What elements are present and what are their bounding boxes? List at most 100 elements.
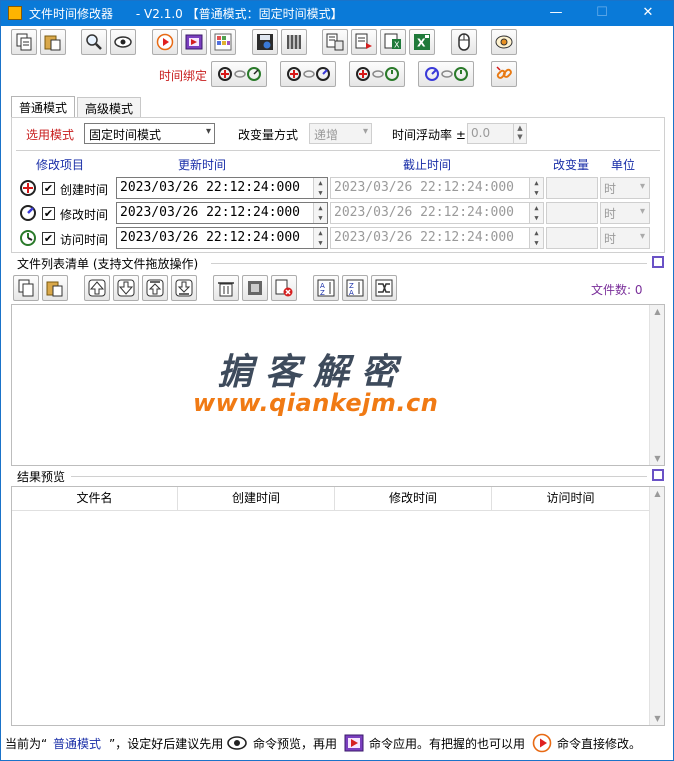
spinner-buttons[interactable]: ▲ ▼: [513, 124, 526, 143]
float-rate-spinner[interactable]: 0.0 ▲ ▼: [467, 123, 527, 144]
move-up-button[interactable]: [84, 275, 110, 301]
archive-button[interactable]: [281, 29, 307, 55]
search-button[interactable]: [81, 29, 107, 55]
chevron-down-icon: ▾: [639, 206, 645, 217]
create-time-checkbox[interactable]: ✔: [42, 182, 55, 195]
archive-icon: [287, 35, 301, 49]
file-list-scrollbar[interactable]: ▲ ▼: [649, 305, 664, 465]
modify-time-checkbox[interactable]: ✔: [42, 207, 55, 220]
bind-access-button[interactable]: [349, 61, 405, 87]
create-end-time-field[interactable]: 2023/03/26 22:12:24:000 ▲ ▼: [330, 177, 544, 199]
chevron-down-icon: ▾: [205, 126, 211, 137]
bind-all-button[interactable]: [418, 61, 474, 87]
save-button[interactable]: [252, 29, 278, 55]
access-unit-select[interactable]: 时 ▾: [600, 227, 650, 249]
move-down-button[interactable]: [113, 275, 139, 301]
scroll-down-icon[interactable]: ▼: [650, 714, 665, 723]
file-list-collapse-button[interactable]: [652, 256, 664, 268]
datetime-spinner[interactable]: ▲ ▼: [313, 228, 327, 248]
sort-asc-button[interactable]: AZ: [313, 275, 339, 301]
scroll-down-icon[interactable]: ▼: [650, 454, 665, 463]
arrow-up-icon: [88, 279, 106, 297]
datetime-spinner[interactable]: ▲ ▼: [529, 178, 543, 198]
float-rate-value: 0.0: [471, 126, 491, 140]
copy-files-button[interactable]: [11, 29, 37, 55]
datetime-spinner[interactable]: ▲ ▼: [529, 228, 543, 248]
header-end-time: 截止时间: [403, 158, 452, 172]
export-button[interactable]: [351, 29, 377, 55]
access-time-checkbox[interactable]: ✔: [42, 232, 55, 245]
apply-button[interactable]: [181, 29, 207, 55]
sort-desc-button[interactable]: ZA: [342, 275, 368, 301]
bind-create-button[interactable]: [211, 61, 267, 87]
column-header-filename[interactable]: 文件名: [12, 487, 178, 511]
excel-export-button[interactable]: X: [409, 29, 435, 55]
maximize-button[interactable]: ☐: [579, 1, 625, 26]
delete-button[interactable]: [213, 275, 239, 301]
add-folder-button[interactable]: [42, 275, 68, 301]
access-end-time-field[interactable]: 2023/03/26 22:12:24:000 ▲ ▼: [330, 227, 544, 249]
modify-update-time-field[interactable]: 2023/03/26 22:12:24:000 ▲ ▼: [116, 202, 328, 224]
modify-unit-select[interactable]: 时 ▾: [600, 202, 650, 224]
bind-modify-button[interactable]: [280, 61, 336, 87]
shuffle-icon: [375, 279, 393, 297]
view-target-button[interactable]: [491, 29, 517, 55]
create-unit-value: 时: [604, 182, 617, 196]
create-update-time-field[interactable]: 2023/03/26 22:12:24:000 ▲ ▼: [116, 177, 328, 199]
datetime-spinner[interactable]: ▲ ▼: [313, 203, 327, 223]
run-button[interactable]: [152, 29, 178, 55]
scroll-up-icon[interactable]: ▲: [650, 307, 665, 316]
bind-all-icon: [425, 67, 468, 81]
unlink-button[interactable]: [491, 61, 517, 87]
shuffle-button[interactable]: [371, 275, 397, 301]
datetime-spinner[interactable]: ▲ ▼: [529, 203, 543, 223]
minimize-button[interactable]: —: [533, 1, 579, 26]
copy-list-button[interactable]: [322, 29, 348, 55]
svg-text:X: X: [394, 41, 400, 50]
file-list[interactable]: 掮客解密 www.qiankejm.cn ▲ ▼: [11, 304, 665, 466]
film-apply-icon: [185, 34, 203, 50]
create-delta-field[interactable]: [546, 177, 598, 199]
svg-text:X: X: [417, 37, 426, 50]
change-mode-select[interactable]: 递增 ▾: [309, 123, 372, 144]
results-scrollbar[interactable]: ▲ ▼: [649, 487, 664, 725]
paste-files-button[interactable]: [40, 29, 66, 55]
add-folder-icon: [46, 281, 63, 297]
status-text-2: ”，设定好后建议先用: [109, 737, 224, 751]
divider: [16, 150, 660, 151]
add-files-button[interactable]: [13, 275, 39, 301]
access-time-icon: [20, 230, 36, 246]
preview-eye-icon: [227, 736, 247, 750]
column-header-modify-time[interactable]: 修改时间: [335, 487, 492, 511]
results-table[interactable]: 文件名 创建时间 修改时间 访问时间 ▲ ▼: [11, 486, 665, 726]
modify-end-time-field[interactable]: 2023/03/26 22:12:24:000 ▲ ▼: [330, 202, 544, 224]
column-header-access-time[interactable]: 访问时间: [492, 487, 650, 511]
mouse-button[interactable]: [451, 29, 477, 55]
mode-select[interactable]: 固定时间模式 ▾: [84, 123, 215, 144]
tab-advanced-mode[interactable]: 高级模式: [77, 97, 142, 117]
access-delta-field[interactable]: [546, 227, 598, 249]
scroll-up-icon[interactable]: ▲: [650, 489, 665, 498]
add-files-icon: [18, 279, 34, 297]
clear-list-icon: [275, 279, 293, 297]
chevron-down-icon: ▾: [639, 231, 645, 242]
results-collapse-button[interactable]: [652, 469, 664, 481]
mode-select-value: 固定时间模式: [89, 128, 162, 142]
excel-button[interactable]: X: [380, 29, 406, 55]
modify-delta-field[interactable]: [546, 202, 598, 224]
clean-button[interactable]: [242, 275, 268, 301]
chevron-down-icon: ▾: [639, 181, 645, 192]
close-button[interactable]: ✕: [625, 1, 671, 26]
create-unit-select[interactable]: 时 ▾: [600, 177, 650, 199]
move-top-button[interactable]: [142, 275, 168, 301]
clear-list-button[interactable]: [271, 275, 297, 301]
move-bottom-button[interactable]: [171, 275, 197, 301]
play-icon: [532, 733, 552, 753]
column-header-create-time[interactable]: 创建时间: [178, 487, 335, 511]
create-time-icon: [20, 180, 36, 196]
access-update-time-field[interactable]: 2023/03/26 22:12:24:000 ▲ ▼: [116, 227, 328, 249]
preview-button[interactable]: [110, 29, 136, 55]
tab-normal-mode[interactable]: 普通模式: [11, 96, 76, 118]
grid-button[interactable]: [210, 29, 236, 55]
datetime-spinner[interactable]: ▲ ▼: [313, 178, 327, 198]
